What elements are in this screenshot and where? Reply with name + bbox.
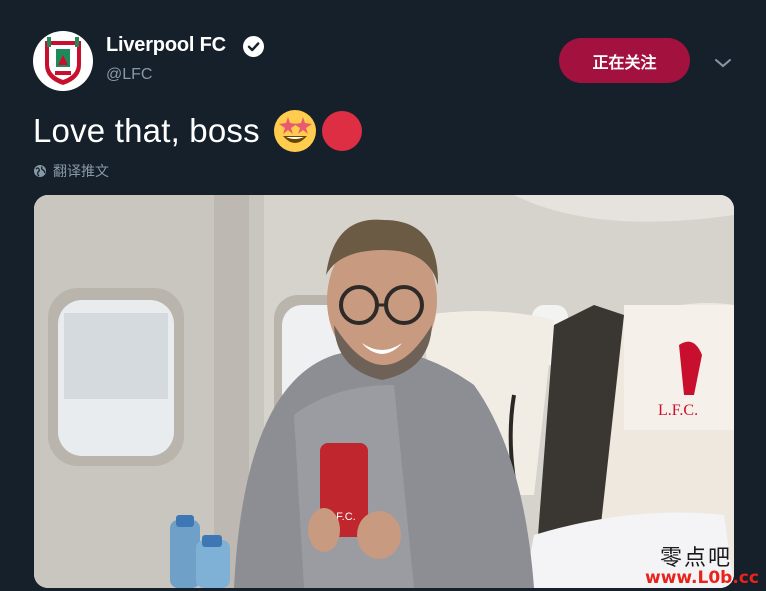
tweet-text: Love that, boss (33, 108, 362, 154)
tweet: Liverpool FC @LFC 正在关注 Love that, boss 翻… (0, 0, 766, 591)
translate-tweet-link[interactable]: 翻译推文 (33, 161, 109, 181)
star-struck-emoji-icon (273, 110, 316, 152)
photo-scene: L.F.C. L.F.C. (34, 195, 734, 588)
svg-text:L.F.C.: L.F.C. (658, 402, 698, 419)
tweet-text-content: Love that, boss (33, 112, 260, 149)
chevron-down-icon[interactable] (713, 56, 733, 70)
lfc-crest-icon (45, 37, 81, 85)
watermark-line-2: www.L0b.cc (645, 568, 759, 588)
red-circle-emoji-icon (321, 111, 362, 151)
tweet-photo[interactable]: L.F.C. L.F.C. (34, 195, 734, 588)
verified-badge-icon (243, 36, 264, 57)
account-avatar[interactable] (33, 31, 93, 91)
account-handle[interactable]: @LFC (106, 66, 152, 84)
globe-icon (34, 165, 46, 177)
translate-label: 翻译推文 (53, 164, 109, 180)
following-button[interactable]: 正在关注 (559, 38, 690, 83)
account-display-name[interactable]: Liverpool FC (106, 34, 226, 57)
